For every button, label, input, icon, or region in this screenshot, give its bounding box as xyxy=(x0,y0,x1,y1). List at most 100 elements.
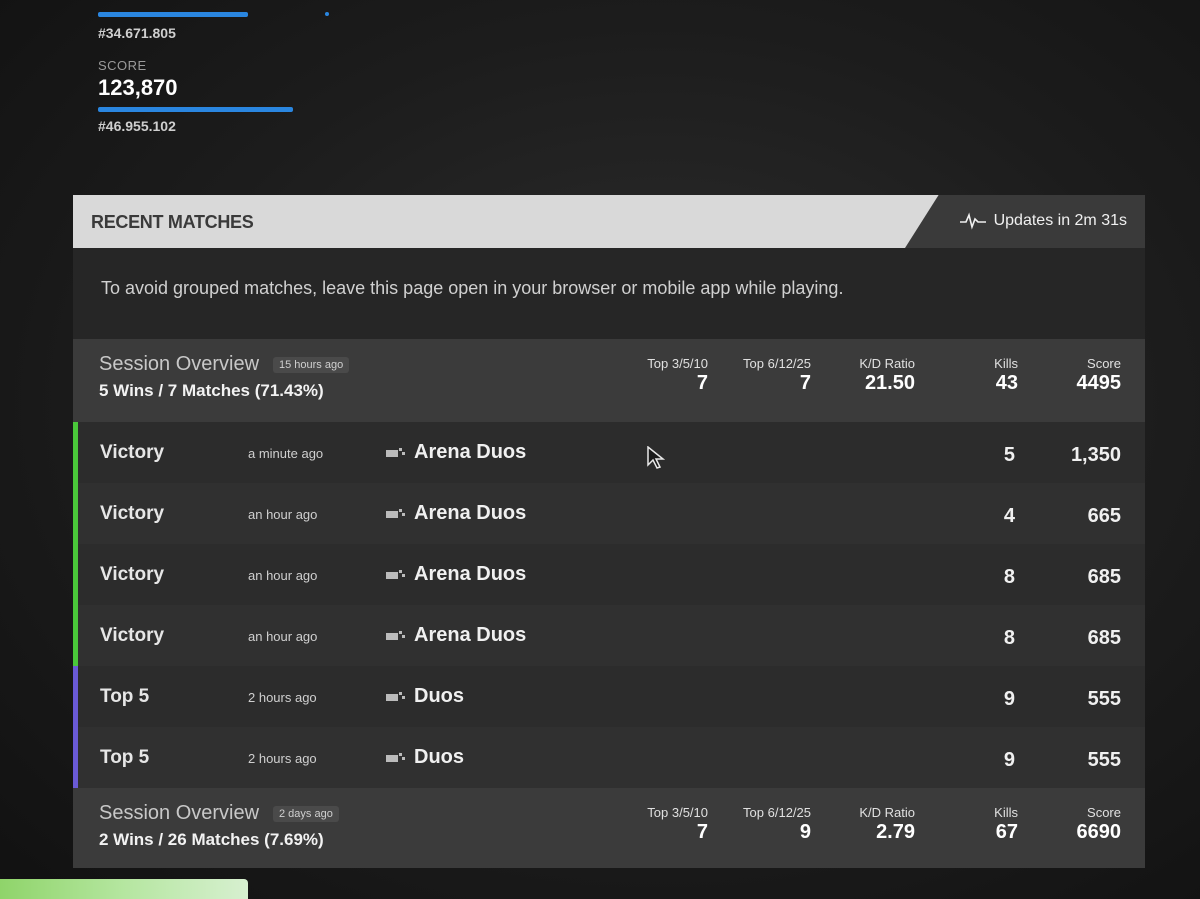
match-kills: 4 xyxy=(1003,505,1015,527)
game-mode-icon xyxy=(386,630,405,640)
session-col-kd: K/D Ratio 2.79 xyxy=(859,805,915,844)
col-value: 7 xyxy=(799,372,811,394)
game-mode-icon xyxy=(386,447,405,457)
score-label: SCORE xyxy=(98,58,147,73)
col-label: K/D Ratio xyxy=(859,805,915,820)
match-mode: Duos xyxy=(386,746,464,769)
score-value: 123,870 xyxy=(98,75,178,100)
session-summary: 2 Wins / 26 Matches (7.69%) xyxy=(99,830,324,849)
match-time: an hour ago xyxy=(248,629,318,644)
session-time-badge: 2 days ago xyxy=(273,806,339,822)
col-value: 2.79 xyxy=(876,821,915,843)
match-score: 555 xyxy=(1087,688,1121,710)
col-label: Top 6/12/25 xyxy=(743,805,811,820)
score-bar xyxy=(98,107,293,112)
col-value: 67 xyxy=(995,821,1018,843)
col-value: 21.50 xyxy=(864,372,915,394)
stat-dot xyxy=(325,12,329,16)
recent-matches-panel: To avoid grouped matches, leave this pag… xyxy=(73,248,1145,868)
match-time: a minute ago xyxy=(248,446,324,461)
match-mode-label: Arena Duos xyxy=(414,563,527,585)
col-label: Top 3/5/10 xyxy=(647,356,708,371)
match-row[interactable]: Victory an hour ago Arena Duos 4 665 xyxy=(73,483,1145,544)
col-label: K/D Ratio xyxy=(859,356,915,371)
green-image-thumbnail xyxy=(0,879,248,899)
game-mode-icon xyxy=(386,752,405,762)
session-time-badge: 15 hours ago xyxy=(273,357,350,373)
session-overview[interactable]: Session Overview 15 hours ago 5 Wins / 7… xyxy=(73,339,1145,422)
session-col-kd: K/D Ratio 21.50 xyxy=(859,356,915,395)
mouse-cursor-icon xyxy=(647,445,666,475)
match-time: an hour ago xyxy=(248,568,318,583)
col-label: Top 3/5/10 xyxy=(647,805,708,820)
notice-text: To avoid grouped matches, leave this pag… xyxy=(101,278,844,298)
session-overview[interactable]: Session Overview 2 days ago 2 Wins / 26 … xyxy=(73,788,1145,868)
recent-matches-title: RECENT MATCHES xyxy=(91,212,254,232)
session-col-top3510: Top 3/5/10 7 xyxy=(647,805,708,844)
col-value: 7 xyxy=(696,821,708,843)
match-mode: Arena Duos xyxy=(386,563,526,586)
match-mode-label: Arena Duos xyxy=(414,624,527,646)
match-row[interactable]: Victory a minute ago Arena Duos 5 1,350 xyxy=(73,422,1145,483)
session-title: Session Overview xyxy=(99,353,260,375)
match-mode: Arena Duos xyxy=(386,441,526,464)
match-kills: 9 xyxy=(1003,688,1015,710)
match-score: 685 xyxy=(1087,566,1121,588)
game-mode-icon xyxy=(386,691,405,701)
match-result: Top 5 xyxy=(100,686,150,707)
session-col-top61225: Top 6/12/25 7 xyxy=(743,356,811,395)
update-timer: Updates in 2m 31s xyxy=(959,212,1127,230)
match-score: 685 xyxy=(1087,627,1121,649)
match-kills: 5 xyxy=(1003,444,1015,466)
match-result: Victory xyxy=(100,442,165,463)
session-summary: 5 Wins / 7 Matches (71.43%) xyxy=(99,381,324,400)
session-col-score: Score 6690 xyxy=(1077,805,1122,844)
col-value: 4495 xyxy=(1076,372,1122,394)
match-time: 2 hours ago xyxy=(248,751,317,766)
col-label: Score xyxy=(1087,805,1121,820)
col-label: Score xyxy=(1087,356,1121,371)
session-col-top61225: Top 6/12/25 9 xyxy=(743,805,811,844)
match-mode-label: Arena Duos xyxy=(414,441,527,463)
match-result: Victory xyxy=(100,503,165,524)
col-value: 43 xyxy=(995,372,1018,394)
match-list: Victory a minute ago Arena Duos 5 1,350 … xyxy=(73,422,1145,788)
recent-matches-section: RECENT MATCHES Updates in 2m 31s To avoi… xyxy=(73,195,1145,868)
match-mode: Duos xyxy=(386,685,464,708)
col-value: 9 xyxy=(799,821,811,843)
match-row[interactable]: Top 5 2 hours ago Duos 9 555 xyxy=(73,727,1145,788)
top-stat-bar xyxy=(98,12,248,17)
update-text: Updates in 2m 31s xyxy=(993,212,1127,229)
match-row[interactable]: Top 5 2 hours ago Duos 9 555 xyxy=(73,666,1145,727)
top-stat-rank: #34.671.805 xyxy=(98,25,176,41)
match-mode: Arena Duos xyxy=(386,624,526,647)
session-col-score: Score 4495 xyxy=(1077,356,1122,395)
match-mode-label: Arena Duos xyxy=(414,502,527,524)
game-mode-icon xyxy=(386,569,405,579)
match-time: an hour ago xyxy=(248,507,318,522)
col-label: Kills xyxy=(994,805,1018,820)
score-rank: #46.955.102 xyxy=(98,118,176,134)
match-mode-label: Duos xyxy=(414,685,464,707)
match-kills: 8 xyxy=(1003,627,1015,649)
match-result: Top 5 xyxy=(100,747,150,768)
match-kills: 9 xyxy=(1003,749,1015,771)
match-kills: 8 xyxy=(1003,566,1015,588)
session-title: Session Overview xyxy=(99,802,260,824)
match-score: 665 xyxy=(1087,505,1121,527)
col-value: 7 xyxy=(696,372,708,394)
top-stat-block: #34.671.805 xyxy=(98,0,248,41)
match-result: Victory xyxy=(100,564,165,585)
match-row[interactable]: Victory an hour ago Arena Duos 8 685 xyxy=(73,605,1145,666)
match-score: 1,350 xyxy=(1070,444,1121,466)
game-mode-icon xyxy=(386,508,405,518)
session-col-kills: Kills 67 xyxy=(994,805,1018,844)
match-row[interactable]: Victory an hour ago Arena Duos 8 685 xyxy=(73,544,1145,605)
match-result: Victory xyxy=(100,625,165,646)
score-stat-block: SCORE 123,870 #46.955.102 xyxy=(98,58,293,134)
match-score: 555 xyxy=(1087,749,1121,771)
col-label: Kills xyxy=(994,356,1018,371)
recent-matches-header: RECENT MATCHES Updates in 2m 31s xyxy=(73,195,1145,248)
match-time: 2 hours ago xyxy=(248,690,317,705)
col-label: Top 6/12/25 xyxy=(743,356,811,371)
